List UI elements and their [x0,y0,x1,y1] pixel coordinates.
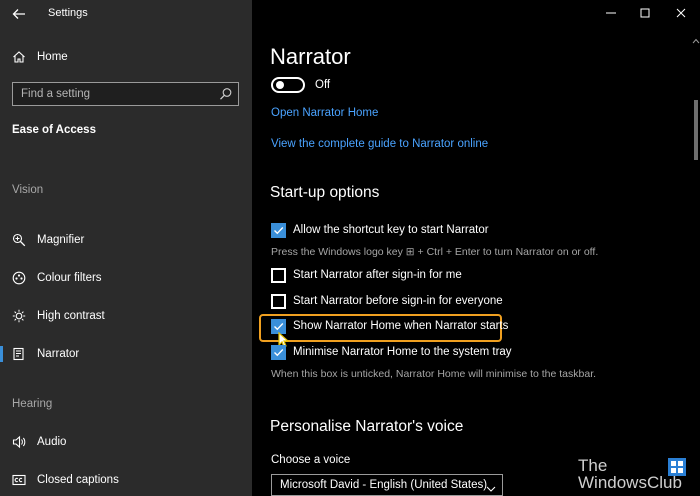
toggle-knob [276,81,284,89]
startup-options-heading: Start-up options [270,184,380,201]
checkbox[interactable] [271,268,286,283]
colour-filters-icon [12,271,26,285]
group-label-hearing: Hearing [12,398,53,410]
narrator-guide-link[interactable]: View the complete guide to Narrator onli… [271,138,488,150]
sidebar-item-narrator[interactable]: Narrator [0,339,252,369]
maximize-icon[interactable] [634,4,656,22]
search-input[interactable] [21,86,211,102]
sidebar-item-closed-captions[interactable]: Closed captions [0,465,252,495]
minimize-icon[interactable] [600,4,622,22]
group-label-vision: Vision [12,184,44,196]
search-icon[interactable] [219,87,233,101]
scroll-up-arrow-icon[interactable] [692,32,700,44]
sidebar-item-home[interactable]: Home [0,42,252,72]
sidebar-section-title: Ease of Access [12,124,96,136]
search-box [12,82,239,106]
toggle-state-label: Off [315,79,331,91]
closed-captions-icon [12,473,26,487]
sidebar-item-high-contrast[interactable]: High contrast [0,301,252,331]
home-icon [12,50,26,64]
page-title: Narrator [270,44,351,69]
open-narrator-home-link[interactable]: Open Narrator Home [271,107,378,119]
sidebar-item-label: Colour filters [37,272,102,284]
checkbox-label: Show Narrator Home when Narrator starts [293,320,509,332]
sidebar-item-label: Audio [37,436,67,448]
shortcut-note: Press the Windows logo key ⊞ + Ctrl + En… [271,246,599,258]
narrator-icon [12,347,26,361]
sidebar-item-colour-filters[interactable]: Colour filters [0,263,252,293]
magnifier-icon [12,233,26,247]
audio-icon [12,435,26,449]
checkbox[interactable] [271,345,286,360]
title-bar: Settings [0,0,252,28]
tray-note: When this box is unticked, Narrator Home… [271,368,597,380]
back-arrow-icon[interactable] [10,5,28,23]
checkbox-label: Start Narrator after sign-in for me [293,269,462,281]
app-title: Settings [48,7,88,19]
checkbox-label: Minimise Narrator Home to the system tra… [293,346,512,358]
choose-voice-label: Choose a voice [271,454,351,466]
selection-indicator [0,346,3,362]
checkbox-label: Start Narrator before sign-in for everyo… [293,295,503,307]
high-contrast-icon [12,309,26,323]
checkbox[interactable] [271,294,286,309]
voice-select[interactable]: Microsoft David - English (United States… [271,474,503,496]
checkbox[interactable] [271,223,286,238]
sidebar-item-label: Home [37,51,68,63]
sidebar-item-magnifier[interactable]: Magnifier [0,225,252,255]
sidebar-item-label: Magnifier [37,234,85,246]
watermark: The WindowsClub [578,456,688,492]
sidebar-item-label: Closed captions [37,474,119,486]
close-icon[interactable] [670,4,692,22]
scrollbar-thumb[interactable] [694,100,698,160]
sidebar-item-label: High contrast [37,310,105,322]
main-content: Narrator Off Open Narrator Home View the… [252,0,700,496]
sidebar: Settings Home Ease of Access Vision Magn… [0,0,252,496]
voice-heading: Personalise Narrator's voice [270,418,464,435]
sidebar-item-label: Narrator [37,348,80,360]
windows-club-logo-icon [666,456,688,478]
chevron-down-icon [486,481,496,492]
voice-select-value: Microsoft David - English (United States… [280,479,488,491]
checkbox-label: Allow the shortcut key to start Narrator [293,224,489,236]
sidebar-item-audio[interactable]: Audio [0,427,252,457]
narrator-toggle[interactable] [271,77,305,93]
